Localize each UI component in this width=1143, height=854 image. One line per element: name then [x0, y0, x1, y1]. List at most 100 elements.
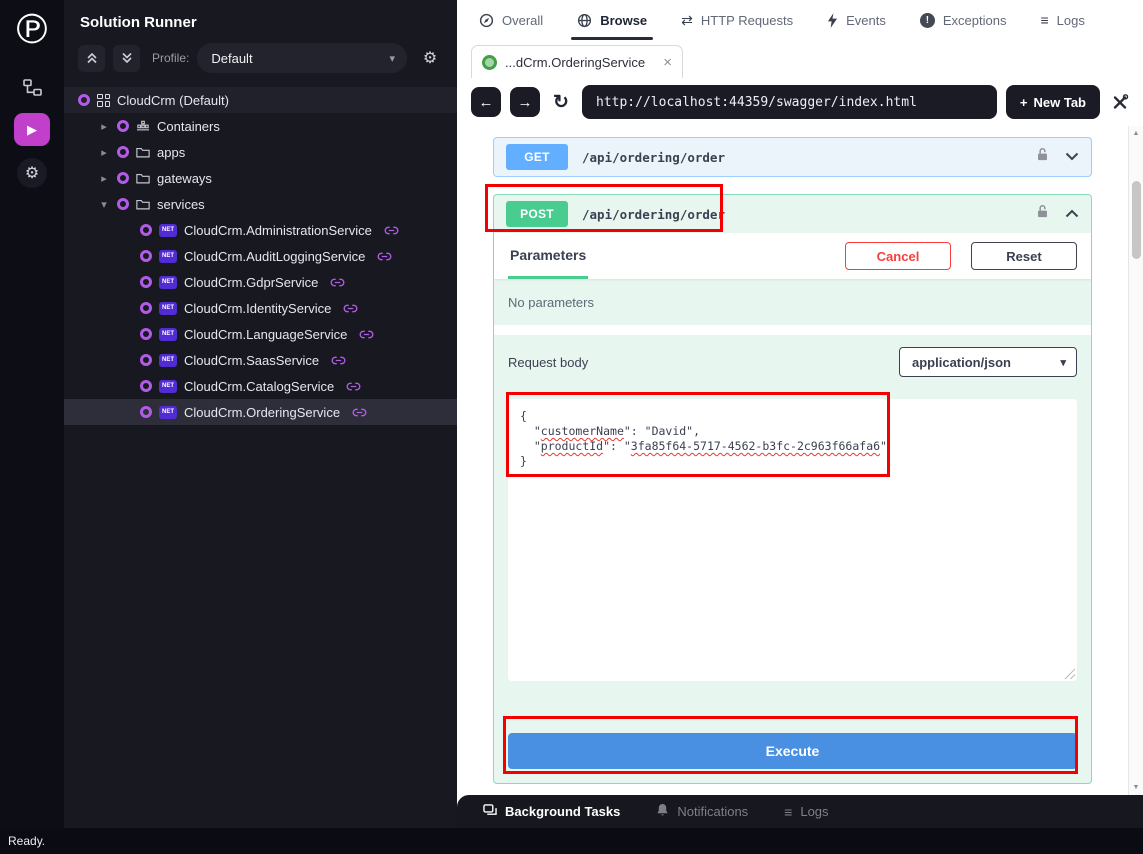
arrow-right-icon: →	[518, 94, 533, 111]
chevron-up-icon[interactable]	[1065, 205, 1079, 223]
node-ring-icon	[140, 276, 152, 288]
node-ring-icon	[140, 380, 152, 392]
cancel-button[interactable]: Cancel	[845, 242, 951, 270]
panel-title: Solution Runner	[64, 0, 457, 33]
profile-value: Default	[211, 51, 252, 66]
forward-button[interactable]: →	[510, 87, 540, 117]
tab-overall[interactable]: Overall	[479, 0, 543, 40]
opblock-get-header[interactable]: GET /api/ordering/order	[494, 138, 1091, 176]
scroll-up-icon[interactable]: ▲	[1129, 130, 1143, 137]
chevron-right-icon[interactable]: ▸	[98, 120, 110, 133]
run-button[interactable]: ▶	[14, 113, 50, 146]
tab-label: Events	[846, 13, 886, 28]
header-tab-bar: Overall Browse ⇄ HTTP Requests Events ! …	[457, 0, 1143, 40]
swagger-page: GET /api/ordering/order POST /api/orderi…	[457, 126, 1143, 795]
tree-item-apps[interactable]: ▸ apps	[64, 139, 457, 165]
app-logo-icon: ℗	[8, 6, 56, 54]
dotnet-icon: NET	[159, 224, 177, 237]
folder-icon	[136, 173, 150, 184]
dotnet-icon: NET	[159, 328, 177, 341]
tools-icon[interactable]	[1111, 93, 1129, 111]
tab-logs[interactable]: ≡ Logs	[1040, 0, 1084, 40]
browser-tab-strip: ...dCrm.OrderingService ×	[457, 40, 1143, 78]
scroll-down-icon[interactable]: ▼	[1129, 784, 1143, 791]
settings-icon[interactable]: ⚙	[17, 158, 47, 188]
node-ring-icon	[78, 94, 90, 106]
task-item-label: Background Tasks	[505, 804, 620, 819]
lock-icon[interactable]	[1036, 204, 1049, 224]
tree-item-service-ordering[interactable]: NET CloudCrm.OrderingService	[64, 399, 457, 425]
tab-exceptions[interactable]: ! Exceptions	[920, 0, 1007, 40]
link-icon[interactable]	[346, 382, 361, 391]
tree-item-service-saas[interactable]: NET CloudCrm.SaasService	[64, 347, 457, 373]
tree-item-service-catalog[interactable]: NET CloudCrm.CatalogService	[64, 373, 457, 399]
opblock-post-header[interactable]: POST /api/ordering/order	[494, 195, 1091, 233]
refresh-button[interactable]: ↻	[549, 91, 573, 114]
grid-icon	[97, 94, 110, 107]
tree-item-label: gateways	[157, 171, 212, 186]
node-ring-icon	[140, 224, 152, 236]
arrows-swap-icon: ⇄	[681, 13, 693, 27]
get-path: /api/ordering/order	[582, 150, 725, 165]
notifications-item[interactable]: Notifications	[656, 803, 748, 820]
reset-button[interactable]: Reset	[971, 242, 1077, 270]
tab-events[interactable]: Events	[827, 0, 886, 40]
execute-button[interactable]: Execute	[508, 733, 1077, 769]
background-tasks-item[interactable]: Background Tasks	[483, 804, 620, 820]
node-ring-icon	[117, 172, 129, 184]
solution-tree: CloudCrm (Default) ▸ Containers ▸	[64, 87, 457, 425]
chevron-down-icon[interactable]	[1065, 148, 1079, 166]
tree-item-label: CloudCrm.AdministrationService	[184, 223, 372, 238]
link-icon[interactable]	[331, 356, 346, 365]
tree-item-root[interactable]: CloudCrm (Default)	[64, 87, 457, 113]
profile-settings-button[interactable]: ⚙	[415, 43, 445, 73]
scrollbar[interactable]: ▲ ▼	[1128, 126, 1143, 795]
node-ring-icon	[140, 406, 152, 418]
profile-dropdown[interactable]: Default ▾	[197, 43, 407, 73]
back-button[interactable]: ←	[471, 87, 501, 117]
tree-item-service-language[interactable]: NET CloudCrm.LanguageService	[64, 321, 457, 347]
workspace: Overall Browse ⇄ HTTP Requests Events ! …	[457, 0, 1143, 828]
tree-item-label: CloudCrm.AuditLoggingService	[184, 249, 365, 264]
main-row: ℗ ▶ ⚙ Solution Runner Profile: Default ▾	[0, 0, 1143, 828]
dotnet-icon: NET	[159, 250, 177, 263]
node-ring-icon	[117, 198, 129, 210]
post-path: /api/ordering/order	[582, 207, 725, 222]
close-icon[interactable]: ×	[663, 54, 672, 71]
chevron-right-icon[interactable]: ▸	[98, 172, 110, 185]
dotnet-icon: NET	[159, 276, 177, 289]
request-body-editor-wrap: { "customerName": "David", "productId": …	[494, 389, 1091, 681]
tree-item-gateways[interactable]: ▸ gateways	[64, 165, 457, 191]
logs-item[interactable]: ≡ Logs	[784, 804, 828, 819]
link-icon[interactable]	[377, 252, 392, 261]
link-icon[interactable]	[343, 304, 358, 313]
content-type-select[interactable]: application/json ▾	[899, 347, 1077, 377]
lock-icon[interactable]	[1036, 147, 1049, 167]
link-icon[interactable]	[384, 226, 399, 235]
solution-tree-icon[interactable]	[23, 79, 42, 96]
tab-http-requests[interactable]: ⇄ HTTP Requests	[681, 0, 793, 40]
tree-item-containers[interactable]: ▸ Containers	[64, 113, 457, 139]
tree-item-service-administration[interactable]: NET CloudCrm.AdministrationService	[64, 217, 457, 243]
tab-browse[interactable]: Browse	[577, 0, 647, 40]
node-ring-icon	[117, 146, 129, 158]
request-body-editor[interactable]: { "customerName": "David", "productId": …	[508, 399, 1077, 681]
link-icon[interactable]	[352, 408, 367, 417]
collapse-all-button[interactable]	[78, 45, 105, 72]
link-icon[interactable]	[330, 278, 345, 287]
chevron-right-icon[interactable]: ▸	[98, 146, 110, 159]
node-ring-icon	[140, 354, 152, 366]
tree-item-service-gdpr[interactable]: NET CloudCrm.GdprService	[64, 269, 457, 295]
compass-icon	[479, 13, 494, 28]
browser-tab[interactable]: ...dCrm.OrderingService ×	[471, 45, 683, 78]
expand-all-button[interactable]	[113, 45, 140, 72]
new-tab-button[interactable]: + New Tab	[1006, 85, 1100, 119]
url-text: http://localhost:44359/swagger/index.htm…	[596, 95, 917, 110]
scrollbar-thumb[interactable]	[1132, 181, 1141, 259]
tree-item-service-auditlogging[interactable]: NET CloudCrm.AuditLoggingService	[64, 243, 457, 269]
address-bar[interactable]: http://localhost:44359/swagger/index.htm…	[582, 85, 997, 119]
chevron-down-icon[interactable]: ▾	[98, 198, 110, 211]
tree-item-services[interactable]: ▾ services	[64, 191, 457, 217]
tree-item-service-identity[interactable]: NET CloudCrm.IdentityService	[64, 295, 457, 321]
link-icon[interactable]	[359, 330, 374, 339]
